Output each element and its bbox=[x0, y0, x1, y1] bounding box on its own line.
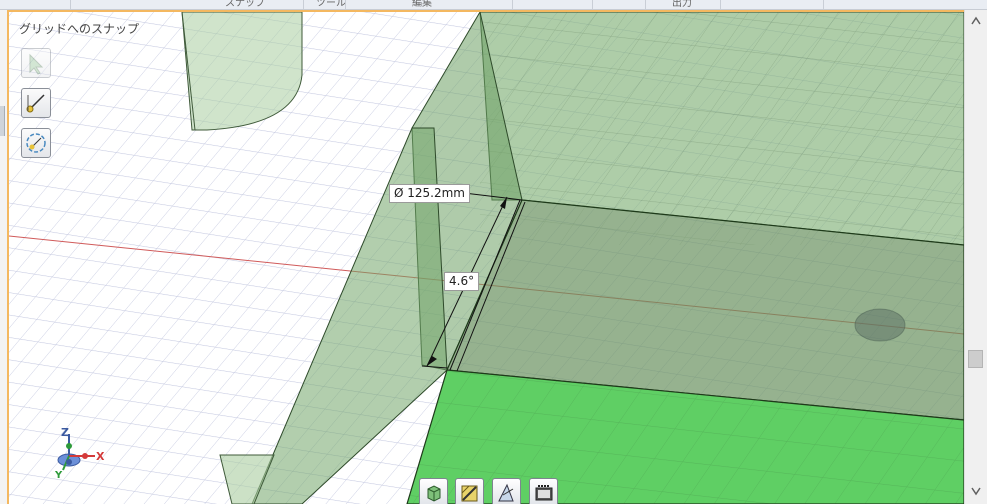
left-panel-edge bbox=[0, 10, 7, 504]
ribbon-tab-tools[interactable]: ツール bbox=[316, 0, 346, 9]
tab-separator bbox=[303, 0, 304, 9]
model-scene[interactable] bbox=[9, 12, 964, 504]
material-pencil-icon bbox=[461, 485, 478, 502]
axis-triad: Z X Y bbox=[49, 426, 119, 486]
angle-dimension-label[interactable]: 4.6° bbox=[444, 272, 480, 291]
sketch-line-icon bbox=[26, 94, 45, 113]
ribbon-tab-strip: スナップ ツール 編集 出力 bbox=[0, 0, 987, 10]
highlight-marker bbox=[854, 308, 906, 342]
vertical-scrollbar[interactable] bbox=[964, 10, 987, 504]
tab-separator bbox=[345, 0, 346, 9]
3d-viewport[interactable]: グリッドへのスナップ Ø 125.2mm 4.6° Z X Y bbox=[7, 10, 964, 504]
scroll-down-arrow-icon[interactable] bbox=[969, 484, 983, 498]
view-cube-button[interactable] bbox=[419, 478, 448, 504]
sketch-line-button[interactable] bbox=[21, 88, 51, 118]
render-style-button[interactable] bbox=[492, 478, 521, 504]
tab-separator bbox=[592, 0, 593, 9]
tab-separator bbox=[823, 0, 824, 9]
select-arrow-button[interactable] bbox=[21, 48, 51, 78]
axis-triad-icon: Z X Y bbox=[54, 426, 105, 481]
scroll-up-arrow-icon[interactable] bbox=[969, 14, 983, 28]
axis-y-label: Y bbox=[54, 470, 63, 481]
material-pencil-button[interactable] bbox=[455, 478, 484, 504]
axis-z-label: Z bbox=[61, 426, 69, 439]
cad-application-window: スナップ ツール 編集 出力 グリッドへのスナップ Ø 125.2mm 4.6°… bbox=[0, 0, 987, 504]
ribbon-tab-snap[interactable]: スナップ bbox=[225, 0, 265, 9]
tab-separator bbox=[720, 0, 721, 9]
render-style-icon bbox=[498, 483, 514, 502]
scrollbar-thumb[interactable] bbox=[968, 350, 983, 368]
view-cube-icon bbox=[427, 485, 441, 502]
diameter-dimension-label[interactable]: Ø 125.2mm bbox=[389, 184, 470, 203]
tab-separator bbox=[645, 0, 646, 9]
snap-to-grid-label: グリッドへのスナップ bbox=[19, 22, 140, 36]
orbit-rotate-button[interactable] bbox=[21, 128, 51, 158]
orbit-rotate-icon bbox=[26, 133, 46, 153]
select-arrow-icon bbox=[29, 53, 44, 75]
tab-separator bbox=[70, 0, 71, 9]
ribbon-tab-output[interactable]: 出力 bbox=[672, 0, 692, 9]
tab-separator bbox=[512, 0, 513, 9]
axis-x-label: X bbox=[96, 450, 105, 463]
ribbon-tab-edit[interactable]: 編集 bbox=[412, 0, 432, 9]
panel-collapse-handle[interactable] bbox=[0, 106, 5, 136]
film-camera-button[interactable] bbox=[529, 478, 558, 504]
film-camera-icon bbox=[535, 485, 553, 501]
